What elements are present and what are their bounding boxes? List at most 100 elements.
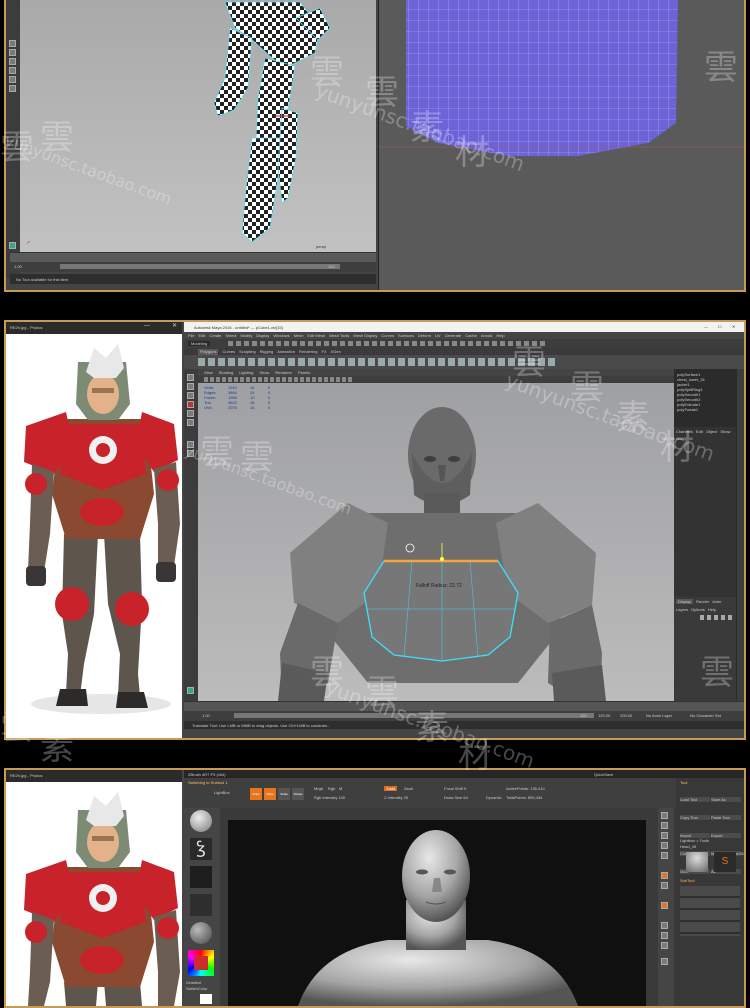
m-button[interactable]: M	[339, 786, 342, 791]
frame-icon[interactable]	[661, 958, 668, 965]
channel-tab[interactable]: Show	[720, 429, 730, 434]
minimize-button[interactable]: —	[704, 324, 708, 329]
color-picker[interactable]	[188, 950, 214, 976]
dynamic-button[interactable]: Dynamic	[486, 795, 502, 800]
range-bar[interactable]	[234, 713, 594, 718]
mode-select[interactable]: Modeling	[188, 341, 211, 346]
scale-tool-icon[interactable]	[9, 85, 16, 92]
close-button[interactable]: ✕	[172, 323, 177, 329]
range-bar[interactable]	[60, 264, 340, 269]
rgb-intensity-slider[interactable]: Rgb Intensity 100	[314, 795, 345, 800]
layout-icon[interactable]	[9, 242, 16, 249]
zoom-icon[interactable]	[661, 842, 668, 849]
rgb-button[interactable]: Rgb	[328, 786, 335, 791]
local-icon[interactable]	[661, 902, 668, 909]
tool-menu-button[interactable]: Save As	[711, 797, 741, 802]
draw-mode-button[interactable]: Draw	[250, 788, 262, 800]
rotate-tool-icon[interactable]	[187, 410, 194, 417]
move-tool-icon[interactable]	[187, 401, 194, 408]
status-line: No Tool available for this item	[10, 274, 376, 284]
shelf-icons[interactable]	[198, 358, 558, 366]
select-tool-icon[interactable]	[187, 374, 194, 381]
move-tool-icon[interactable]	[9, 67, 16, 74]
layout-four-icon[interactable]	[187, 450, 194, 457]
alpha-icon[interactable]	[190, 866, 212, 888]
tool-thumbnail[interactable]	[686, 852, 708, 872]
mrgb-button[interactable]: Mrgb	[314, 786, 323, 791]
scroll-icon[interactable]	[661, 832, 668, 839]
attribute-editor-tab[interactable]	[736, 369, 744, 701]
actual-icon[interactable]	[661, 852, 668, 859]
stroke-icon[interactable]: Ꝣ	[190, 838, 212, 860]
zoom-view-icon[interactable]	[661, 932, 668, 939]
panel-toolbar-icons[interactable]	[204, 377, 354, 382]
app-title: ZBrush 4R7 P3 (x64)	[188, 772, 226, 777]
persp-icon[interactable]	[661, 872, 668, 879]
draw-mode-button[interactable]: Move	[264, 788, 276, 800]
status-icons[interactable]	[228, 341, 548, 346]
document-canvas[interactable]	[228, 820, 646, 1006]
lasso-tool-icon[interactable]	[187, 383, 194, 390]
z-intensity-slider[interactable]: Z Intensity 25	[384, 795, 408, 800]
lightbox-button[interactable]: LightBox	[214, 790, 230, 795]
draw-mode-button[interactable]: Scale	[278, 788, 290, 800]
uv-editor[interactable]	[377, 0, 744, 290]
lightbox-tools-button[interactable]: Lightbox > Tools	[680, 838, 709, 843]
lasso-tool-icon[interactable]	[9, 49, 16, 56]
move-view-icon[interactable]	[661, 922, 668, 929]
gradient-label[interactable]: Gradient	[186, 980, 201, 985]
draw-size-slider[interactable]: Draw Size 64	[444, 795, 468, 800]
panel-toolbar[interactable]	[198, 376, 674, 383]
tool-menu-button[interactable]: Load Tool	[680, 797, 710, 802]
floor-icon[interactable]	[661, 882, 668, 889]
layer-menu-item[interactable]: Help	[708, 607, 716, 612]
layer-buttons[interactable]	[700, 615, 732, 620]
quicksave-button[interactable]: QuickSave	[594, 772, 613, 777]
layer-tab[interactable]: Render	[696, 599, 709, 604]
subtool-list[interactable]	[680, 886, 740, 936]
tool-menu-button[interactable]: Export	[711, 833, 741, 838]
layout-persp-icon[interactable]	[187, 687, 194, 694]
draw-mode-button[interactable]: Rotate	[292, 788, 304, 800]
channel-tab[interactable]: Channels	[676, 429, 693, 434]
layout-single-icon[interactable]	[187, 441, 194, 448]
standard-brush-icon[interactable]	[190, 810, 212, 832]
layer-tab[interactable]: Anim	[712, 599, 721, 604]
layer-menu-item[interactable]: Layers	[676, 607, 688, 612]
tool-menu-button[interactable]: Paste Tool	[711, 815, 741, 820]
scale-tool-icon[interactable]	[187, 419, 194, 426]
zadd-button[interactable]: Zadd	[384, 786, 398, 791]
perspective-viewport[interactable]: Verts: 1910 16 0 Edges: 3864 24 0 Faces: 1956 10 0 T…	[198, 383, 674, 701]
shelf[interactable]	[184, 355, 744, 369]
rotate-tool-icon[interactable]	[9, 76, 16, 83]
simple-brush-thumbnail[interactable]: S	[714, 852, 736, 872]
paint-tool-icon[interactable]	[9, 58, 16, 65]
minimize-button[interactable]: —	[144, 323, 150, 329]
layer-tab[interactable]: Display	[676, 599, 694, 604]
switch-color-label[interactable]: SwitchColor	[186, 986, 207, 991]
range-slider[interactable]: 1.00 120 120.00 200.00 No Anim Layer No …	[184, 711, 744, 721]
select-tool-icon[interactable]	[9, 40, 16, 47]
spix-icon[interactable]	[661, 822, 668, 829]
secondary-color[interactable]	[200, 994, 212, 1004]
tool-menu-button[interactable]: Copy Tool	[680, 815, 710, 820]
outliner-item[interactable]: polyTweak1	[677, 407, 705, 412]
perspective-viewport[interactable]: ↗ persp	[20, 0, 376, 252]
character-set-select[interactable]: No Character Set	[690, 713, 721, 718]
zsub-button[interactable]: Zsub	[404, 786, 413, 791]
rotate-view-icon[interactable]	[661, 942, 668, 949]
channel-tab[interactable]: Object	[706, 429, 718, 434]
layer-menu-item[interactable]: Options	[691, 607, 705, 612]
texture-icon[interactable]	[190, 894, 212, 916]
checker-character-render: ↗	[26, 1, 331, 246]
close-button[interactable]: ✕	[732, 324, 735, 329]
channel-tab[interactable]: Edit	[696, 429, 703, 434]
bpr-icon[interactable]	[661, 812, 668, 819]
material-icon[interactable]	[190, 922, 212, 944]
maximize-button[interactable]: ☐	[718, 324, 722, 329]
range-slider[interactable]: 1.00 120	[10, 262, 376, 272]
focal-shift-slider[interactable]: Focal Shift 0	[444, 786, 466, 791]
anim-layer-select[interactable]: No Anim Layer	[646, 713, 672, 718]
subtool-title[interactable]: SubTool	[680, 878, 694, 883]
paint-tool-icon[interactable]	[187, 392, 194, 399]
